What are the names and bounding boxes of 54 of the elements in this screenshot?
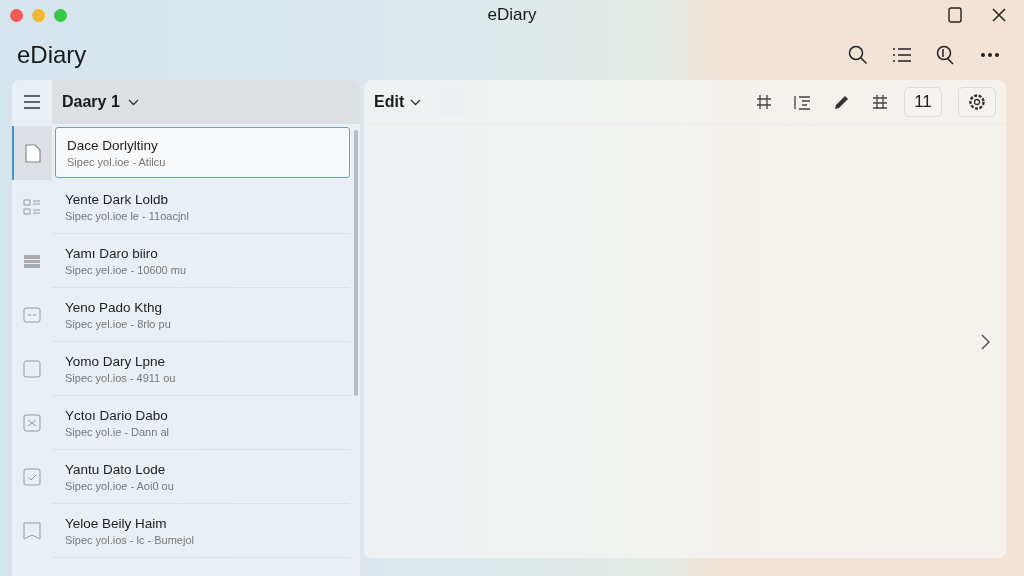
menu-icon[interactable] xyxy=(23,95,41,109)
diary-entry[interactable]: Dace Dorlyltiny Sipec yol.ioe - Atilcu xyxy=(55,127,350,178)
entry-subtitle: Sipec yol.ios - 4911 ou xyxy=(65,371,177,384)
entry-title: Yente Dark Loldb xyxy=(65,191,170,207)
more-icon[interactable] xyxy=(980,52,1000,58)
check-box-icon xyxy=(23,468,41,486)
settings-button[interactable] xyxy=(958,87,996,117)
cross-box-icon xyxy=(23,414,41,432)
notebook-dropdown[interactable]: Daary 1 xyxy=(52,80,360,124)
entry-title: Yamı Daro biiro xyxy=(65,245,159,261)
entry-title: Yeno Pado Kthg xyxy=(65,299,164,315)
diary-entry[interactable]: Yeloe Beily Haim Sipec yol.ios - lc - Bumejol xyxy=(52,504,350,558)
diary-entry[interactable]: Yamı Daro biiro Sipec yel.ioe - 10600 mu xyxy=(52,234,350,288)
diary-entry[interactable]: Yctoı Dario Dabo Sipec yol.ie - Dann al xyxy=(52,396,350,450)
close-window-control[interactable] xyxy=(10,8,23,22)
indent-icon[interactable] xyxy=(794,94,811,110)
entry-subtitle: Sipec yol.ioe - Atilcu xyxy=(67,155,167,168)
search-icon[interactable] xyxy=(848,45,868,65)
caret-icon xyxy=(410,98,422,106)
checkbox-icon xyxy=(23,360,41,378)
document-icon xyxy=(25,143,41,163)
diary-entry[interactable]: Yente Dark Loldb Sipec yol.ioe le - 11oacjnl xyxy=(52,180,350,234)
close-icon[interactable] xyxy=(992,8,1006,22)
entry-title: Yantu Dato Lode xyxy=(65,461,167,477)
entry-title: Yctoı Dario Dabo xyxy=(65,407,169,423)
entry-subtitle: Sipec yol.ioe le - 11oacjnl xyxy=(65,209,190,222)
grid-icon xyxy=(23,199,41,215)
diary-entry[interactable]: Yantu Dato Lode Sipec yol.ioe - Aoi0 ou xyxy=(52,450,350,504)
pencil-icon[interactable] xyxy=(833,93,850,111)
entry-title: Dace Dorlyltiny xyxy=(67,137,159,153)
chevron-right-icon[interactable] xyxy=(980,333,990,350)
diary-entry[interactable]: Yeno Pado Kthg Sipec yel.ioe - 8rlo pu xyxy=(52,288,350,342)
font-size-button[interactable]: 11 xyxy=(904,87,942,117)
entry-title: Yomo Dary Lpne xyxy=(65,353,167,369)
diary-entry[interactable]: Yomo Dary Lpne Sipec yol.ios - 4911 ou xyxy=(52,342,350,396)
maximize-icon[interactable] xyxy=(948,7,962,23)
bookmark-icon xyxy=(23,522,41,540)
window-title: eDiary xyxy=(487,5,537,25)
zoom-search-icon[interactable] xyxy=(936,45,956,65)
entry-subtitle: Sipec yel.ioe - 8rlo pu xyxy=(65,317,172,330)
text-box-icon xyxy=(23,307,41,323)
scrollbar[interactable] xyxy=(354,130,358,396)
entry-subtitle: Sipec yol.ie - Dann al xyxy=(65,425,170,438)
edit-menu[interactable]: Edit xyxy=(374,93,422,111)
entry-subtitle: Sipec yel.ioe - 10600 mu xyxy=(65,263,188,276)
entry-subtitle: Sipec yol.ios - lc - Bumejol xyxy=(65,533,195,546)
entry-subtitle: Sipec yol.ioe - Aoi0 ou xyxy=(65,479,175,492)
settings-icon xyxy=(968,93,986,111)
table-icon[interactable] xyxy=(872,94,888,110)
list-icon[interactable] xyxy=(892,46,912,64)
app-title: eDiary xyxy=(16,41,87,69)
caret-icon xyxy=(127,98,139,106)
entry-title: Yeloe Beily Haim xyxy=(65,515,168,531)
list-icon xyxy=(23,253,41,269)
